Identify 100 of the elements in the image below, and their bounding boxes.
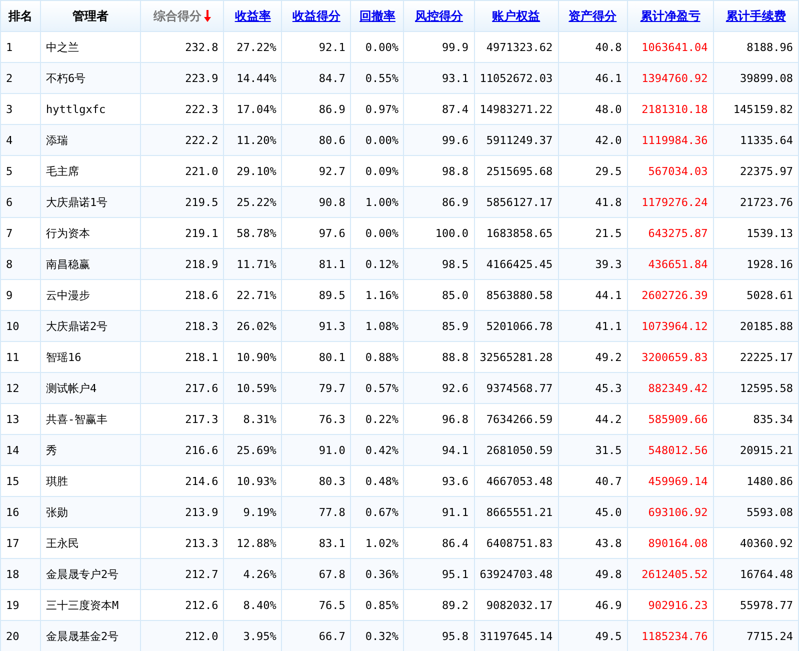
table-cell: 76.5	[282, 590, 351, 620]
table-cell: 44.1	[558, 280, 628, 310]
table-cell: 100.0	[404, 218, 474, 248]
table-cell: 39.3	[558, 248, 628, 280]
table-cell: 3.95%	[224, 620, 282, 651]
table-cell: 1073964.12	[627, 310, 714, 342]
table-cell: 92.6	[404, 372, 474, 404]
table-cell: 40.7	[558, 466, 628, 496]
column-header: 管理者	[72, 8, 109, 22]
table-cell: 8665551.21	[474, 496, 558, 528]
table-cell: 96.8	[404, 404, 474, 434]
table-cell: 90.8	[282, 186, 351, 218]
table-cell: 1	[0, 32, 41, 62]
table-cell: 1683858.65	[474, 218, 558, 248]
table-cell: 9082032.17	[474, 590, 558, 620]
table-cell: 86.9	[282, 94, 351, 124]
table-cell: 18	[0, 558, 41, 590]
table-cell: 77.8	[282, 496, 351, 528]
table-cell: 金晨晟基金2号	[40, 620, 141, 651]
table-cell: 11	[0, 342, 41, 372]
table-cell: 25.22%	[224, 186, 282, 218]
table-cell: 212.7	[140, 558, 224, 590]
table-cell: 10.59%	[224, 372, 282, 404]
table-cell: 218.3	[140, 310, 224, 342]
table-cell: 1.00%	[350, 186, 404, 218]
table-cell: 1.08%	[350, 310, 404, 342]
table-cell: 79.7	[282, 372, 351, 404]
table-cell: 85.0	[404, 280, 474, 310]
table-cell: 0.42%	[350, 434, 404, 466]
table-cell: 0.55%	[350, 62, 404, 94]
table-cell: 219.5	[140, 186, 224, 218]
table-cell: 11335.64	[713, 124, 798, 156]
table-cell: 84.7	[282, 62, 351, 94]
table-cell: 0.00%	[350, 218, 404, 248]
table-cell: 11052672.03	[474, 62, 558, 94]
table-cell: 25.69%	[224, 434, 282, 466]
table-cell: 共喜-智赢丰	[40, 404, 141, 434]
table-cell: 0.57%	[350, 372, 404, 404]
table-cell: 智瑶16	[40, 342, 141, 372]
table-cell: 5593.08	[713, 496, 798, 528]
table-cell: 0.97%	[350, 94, 404, 124]
table-cell: 882349.42	[627, 372, 714, 404]
table-cell: 12.88%	[224, 528, 282, 558]
table-cell: 9374568.77	[474, 372, 558, 404]
table-cell: 81.1	[282, 248, 351, 280]
table-cell: 21723.76	[713, 186, 798, 218]
table-cell: 42.0	[558, 124, 628, 156]
table-cell: 1179276.24	[627, 186, 714, 218]
table-cell: 4667053.48	[474, 466, 558, 496]
table-cell: 217.3	[140, 404, 224, 434]
table-cell: 548012.56	[627, 434, 714, 466]
table-cell: 6	[0, 186, 41, 218]
table-cell: 22225.17	[713, 342, 798, 372]
table-cell: 221.0	[140, 156, 224, 186]
table-cell: 87.4	[404, 94, 474, 124]
table-cell: 云中漫步	[40, 280, 141, 310]
table-cell: 中之兰	[40, 32, 141, 62]
table-cell: 98.8	[404, 156, 474, 186]
table-cell: 222.3	[140, 94, 224, 124]
table-cell: 39899.08	[713, 62, 798, 94]
table-cell: 3200659.83	[627, 342, 714, 372]
table-cell: 16	[0, 496, 41, 528]
table-cell: 97.6	[282, 218, 351, 248]
table-cell: 琪胜	[40, 466, 141, 496]
table-cell: 9.19%	[224, 496, 282, 528]
table-cell: 9	[0, 280, 41, 310]
table-cell: 毛主席	[40, 156, 141, 186]
table-cell: 2181310.18	[627, 94, 714, 124]
table-cell: 214.6	[140, 466, 224, 496]
table-cell: 29.5	[558, 156, 628, 186]
table-cell: 222.2	[140, 124, 224, 156]
table-cell: 7634266.59	[474, 404, 558, 434]
table-cell: 219.1	[140, 218, 224, 248]
table-cell: 大庆鼎诺1号	[40, 186, 141, 218]
table-cell: 40.8	[558, 32, 628, 62]
table-cell: 94.1	[404, 434, 474, 466]
table-cell: 67.8	[282, 558, 351, 590]
table-cell: 46.9	[558, 590, 628, 620]
table-cell: 0.00%	[350, 32, 404, 62]
table-cell: 0.67%	[350, 496, 404, 528]
table-cell: 20185.88	[713, 310, 798, 342]
table-cell: 98.5	[404, 248, 474, 280]
table-cell: 10.93%	[224, 466, 282, 496]
table-cell: 45.3	[558, 372, 628, 404]
table-cell: 1119984.36	[627, 124, 714, 156]
table-cell: 1.16%	[350, 280, 404, 310]
table-cell: 21.5	[558, 218, 628, 248]
table-cell: 567034.03	[627, 156, 714, 186]
table-cell: 1063641.04	[627, 32, 714, 62]
table-cell: 5028.61	[713, 280, 798, 310]
table-cell: 80.6	[282, 124, 351, 156]
table-cell: 2602726.39	[627, 280, 714, 310]
table-cell: 89.2	[404, 590, 474, 620]
table-cell: 66.7	[282, 620, 351, 651]
table-cell: 添瑞	[40, 124, 141, 156]
table-cell: 31.5	[558, 434, 628, 466]
table-cell: 43.8	[558, 528, 628, 558]
table-cell: 22.71%	[224, 280, 282, 310]
table-cell: 张勋	[40, 496, 141, 528]
table-cell: 436651.84	[627, 248, 714, 280]
